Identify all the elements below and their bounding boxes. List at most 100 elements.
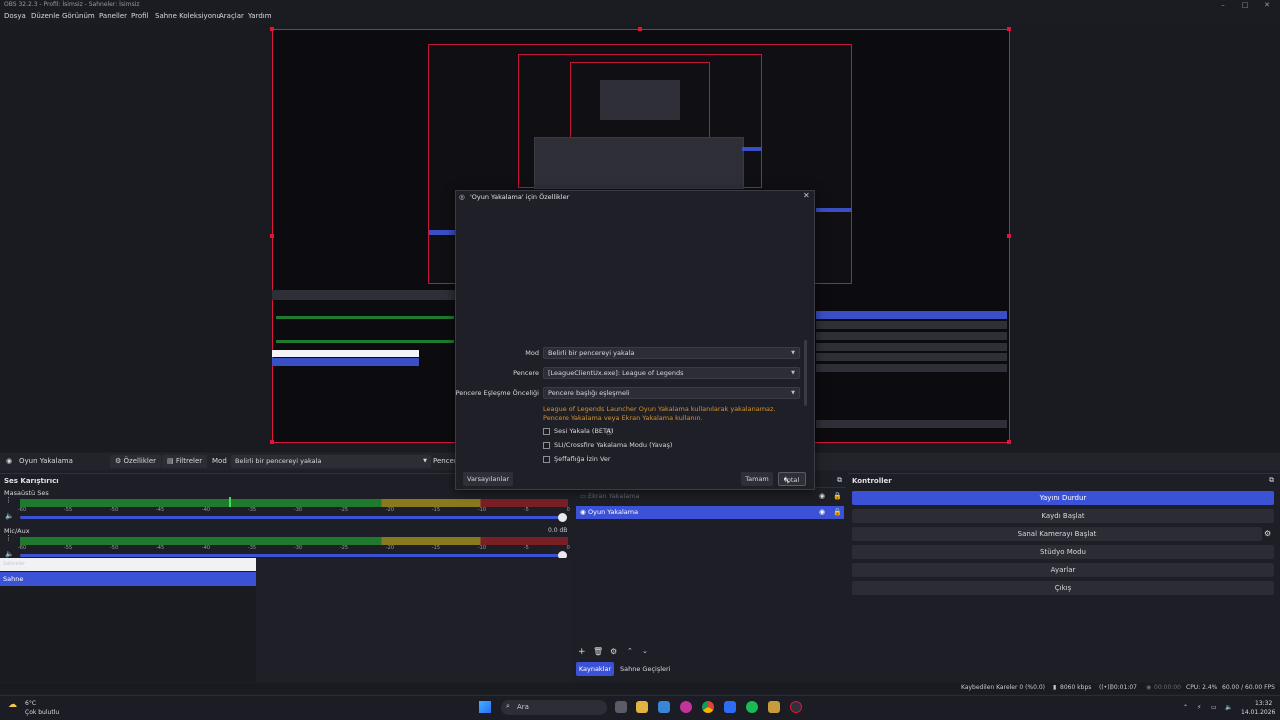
tab-scene-transitions[interactable]: Sahne Geçişleri [620,662,671,676]
minimize-icon[interactable]: – [1212,0,1234,11]
resize-handle[interactable] [270,234,274,238]
volume-slider[interactable] [20,516,564,519]
menu-help[interactable]: Yardım [248,12,272,20]
undock-icon[interactable]: ⧉ [837,476,842,485]
scenes-header [0,558,256,571]
defaults-button[interactable]: Varsayılanlar [463,472,513,486]
gear-icon[interactable]: ⚙ [610,647,617,656]
resize-handle[interactable] [270,440,274,444]
resize-handle[interactable] [1007,234,1011,238]
capture-warning: League of Legends Launcher Oyun Yakalama… [543,405,776,422]
ok-button[interactable]: Tamam [741,472,773,486]
mic-icon[interactable]: 🔈 [5,550,14,558]
file-explorer-icon[interactable] [636,701,648,713]
scrollbar[interactable] [804,340,807,406]
eye-icon[interactable]: ◉ [819,492,825,500]
menu-file[interactable]: Dosya [4,12,26,20]
filters-button[interactable]: ▤ Filtreler [162,455,208,468]
notepad-icon[interactable] [658,701,670,713]
lock-icon[interactable]: 🔒 [833,508,842,516]
chrome-icon[interactable] [702,701,714,713]
start-virtual-camera-button[interactable]: Sanal Kamerayı Başlat [852,527,1262,541]
resize-handle[interactable] [638,27,642,31]
wifi-icon[interactable]: ▭ [1211,704,1217,711]
clock-time: 13:32 [1255,700,1273,707]
eye-icon[interactable]: ◉ [819,508,825,516]
close-icon[interactable]: ✕ [1256,0,1278,11]
ghost-scene-selected [272,358,419,366]
volume-slider[interactable] [20,554,564,557]
menu-profile[interactable]: Profil [131,12,148,20]
resize-handle[interactable] [270,27,274,31]
window-match-priority-label: Pencere Eşleşme Önceliği [455,389,539,397]
help-icon[interactable]: ⓘ [606,426,613,436]
studio-mode-button[interactable]: Stüdyo Modu [852,545,1274,559]
gear-icon[interactable]: ⚙ [1264,529,1271,538]
calculator-icon[interactable] [724,701,736,713]
lock-icon[interactable]: 🔒 [833,492,842,500]
menu-view[interactable]: Görünüm [62,12,95,20]
tab-sources[interactable]: Kaynaklar [576,662,614,676]
title-bar [0,0,1280,11]
obs-icon: ◎ [459,193,465,201]
add-icon[interactable]: + [578,647,586,657]
window-match-priority-select[interactable]: Pencere başlığı eşleşmeli ▼ [543,387,800,399]
menu-scene-collection[interactable]: Sahne Koleksiyonu [155,12,221,20]
resize-handle[interactable] [1007,440,1011,444]
volume-slider-handle[interactable] [558,513,567,522]
nested-preview-level-4 [600,80,680,120]
stop-streaming-button[interactable]: Yayını Durdur [852,491,1274,505]
task-view-icon[interactable] [615,701,627,713]
chevron-up-icon[interactable]: ⌃ [627,647,633,655]
chevron-up-icon[interactable]: ⌃ [1183,704,1188,711]
menu-tools[interactable]: Araçlar [219,12,244,20]
chevron-down-icon: ▼ [791,390,795,396]
windows-start-icon[interactable] [479,701,491,713]
start-recording-button[interactable]: Kaydı Başlat [852,509,1274,523]
ghost-control [816,364,1007,372]
menu-edit[interactable]: Düzenle [31,12,60,20]
mode-select[interactable]: Belirli bir pencereyi yakala ▼ [231,455,431,468]
sli-crossfire-checkbox[interactable] [543,442,550,449]
dialog-title: 'Oyun Yakalama' için Özellikler [470,193,570,201]
peak-indicator [229,497,231,507]
allow-transparency-checkbox[interactable] [543,456,550,463]
controls-title: Kontroller [852,477,892,485]
bitrate: 8060 kbps [1060,684,1092,691]
obs-icon[interactable] [790,701,802,713]
resize-handle[interactable] [1007,27,1011,31]
taskbar-search[interactable]: Ara [501,700,607,715]
menu-docks[interactable]: Paneller [99,12,127,20]
ghost-control [816,332,1007,340]
exit-button[interactable]: Çıkış [852,581,1274,595]
weather-desc: Çok bulutlu [25,709,60,716]
speaker-icon[interactable]: 🔈 [5,512,14,520]
capture-audio-label: Sesi Yakala (BETA) [554,427,614,435]
mode-select[interactable]: Belirli bir pencereyi yakala ▼ [543,347,800,359]
maximize-icon[interactable]: □ [1234,0,1256,11]
properties-button[interactable]: ⚙ Özellikler [110,455,162,468]
cpu-usage: CPU: 2.4% [1186,684,1218,691]
weather-icon[interactable]: ☁ [8,700,17,710]
battery-icon[interactable]: ⚡ [1197,704,1201,711]
search-icon: ⌕ [506,702,510,710]
undock-icon[interactable]: ⧉ [1269,476,1274,485]
mode-label: Mod [212,457,227,465]
settings-button[interactable]: Ayarlar [852,563,1274,577]
chevron-down-icon[interactable]: ⌄ [642,647,648,655]
close-icon[interactable]: ✕ [803,191,810,200]
ghost-meter [276,340,454,343]
ghost-status [816,420,1007,428]
window-select[interactable]: [LeagueClientUx.exe]: League of Legends ▼ [543,367,800,379]
volume-icon[interactable]: 🔈 [1225,704,1232,711]
ghost-meter [276,316,454,319]
list-item[interactable] [0,572,256,586]
capture-audio-checkbox[interactable] [543,428,550,435]
messenger-icon[interactable] [680,701,692,713]
kebab-menu-icon[interactable]: ⋮ [5,496,12,504]
source-name: Oyun Yakalama [588,508,639,516]
league-icon[interactable] [768,701,780,713]
trash-icon[interactable]: 🗑 [593,647,603,656]
kebab-menu-icon[interactable]: ⋮ [5,534,12,542]
spotify-icon[interactable] [746,701,758,713]
